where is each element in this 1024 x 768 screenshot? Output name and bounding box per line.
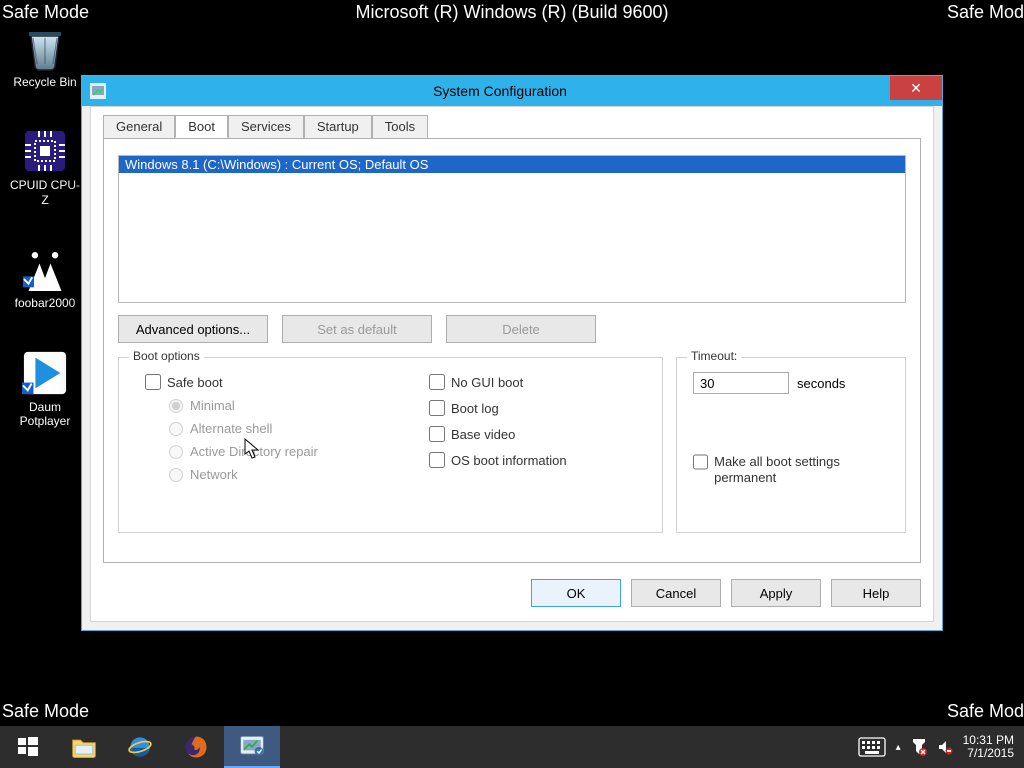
- wall-text-top-right: Safe Mode: [947, 2, 1024, 23]
- boot-tab-pane: Windows 8.1 (C:\Windows) : Current OS; D…: [103, 138, 921, 563]
- tab-startup[interactable]: Startup: [304, 115, 372, 138]
- taskbar-system-configuration[interactable]: [224, 726, 280, 768]
- ie-icon: [126, 733, 154, 761]
- set-default-button: Set as default: [282, 315, 432, 343]
- ok-button[interactable]: OK: [531, 579, 621, 607]
- firefox-icon: [182, 733, 210, 761]
- dialog-client: General Boot Services Startup Tools Wind…: [90, 106, 934, 622]
- desktop-icon-recycle-bin[interactable]: Recycle Bin: [10, 24, 80, 89]
- system-configuration-window: System Configuration ✕ General Boot Serv…: [81, 75, 943, 631]
- apply-button[interactable]: Apply: [731, 579, 821, 607]
- desktop-icon-label: CPUID CPU-Z: [10, 178, 80, 207]
- tab-services[interactable]: Services: [228, 115, 304, 138]
- window-title: System Configuration: [112, 83, 888, 99]
- boot-options-group: Boot options Safe boot Minimal Alter: [118, 357, 663, 533]
- close-icon: ✕: [910, 80, 922, 97]
- desktop-icon-cpuz[interactable]: CPUID CPU-Z: [10, 127, 80, 207]
- no-gui-boot-checkbox[interactable]: No GUI boot: [429, 374, 567, 390]
- timeout-group: Timeout: seconds Make all boot settings …: [676, 357, 906, 533]
- desktop-icon-label: Daum Potplayer: [10, 400, 80, 429]
- timeout-legend: Timeout:: [687, 349, 741, 363]
- taskbar-file-explorer[interactable]: [56, 726, 112, 768]
- safe-boot-checkbox[interactable]: Safe boot: [145, 374, 318, 390]
- base-video-checkbox[interactable]: Base video: [429, 426, 567, 442]
- clock-date: 7/1/2015: [963, 747, 1014, 760]
- radio-ad-repair: Active Directory repair: [169, 444, 318, 459]
- advanced-options-button[interactable]: Advanced options...: [118, 315, 268, 343]
- check-label: Base video: [451, 427, 515, 442]
- wall-text-top-center: Microsoft (R) Windows (R) (Build 9600): [355, 2, 668, 23]
- safe-boot-label: Safe boot: [167, 375, 223, 390]
- cancel-button[interactable]: Cancel: [631, 579, 721, 607]
- action-center-icon[interactable]: [911, 738, 927, 756]
- timeout-unit: seconds: [797, 376, 845, 391]
- potplayer-icon: [21, 349, 69, 397]
- wall-text-bottom-left: Safe Mode: [2, 701, 89, 722]
- timeout-input[interactable]: [693, 372, 789, 394]
- radio-alternate-shell: Alternate shell: [169, 421, 318, 436]
- titlebar[interactable]: System Configuration ✕: [82, 76, 942, 106]
- app-icon: [90, 83, 106, 99]
- recycle-bin-icon: [21, 24, 69, 72]
- folder-icon: [70, 733, 98, 761]
- radio-network: Network: [169, 467, 318, 482]
- radio-label: Minimal: [190, 398, 235, 413]
- os-boot-info-checkbox[interactable]: OS boot information: [429, 452, 567, 468]
- desktop-icon-foobar[interactable]: foobar2000: [10, 245, 80, 310]
- system-tray: ▴ 10:31 PM 7/1/2015: [848, 726, 1024, 768]
- desktop-icon-label: foobar2000: [15, 296, 76, 310]
- os-list[interactable]: Windows 8.1 (C:\Windows) : Current OS; D…: [118, 155, 906, 303]
- wall-text-top-left: Safe Mode: [2, 2, 89, 23]
- make-permanent-checkbox[interactable]: Make all boot settings permanent: [693, 454, 895, 487]
- tab-tools[interactable]: Tools: [372, 115, 428, 138]
- tray-chevron-icon[interactable]: ▴: [896, 742, 901, 753]
- tabstrip: General Boot Services Startup Tools: [103, 115, 428, 138]
- boot-log-checkbox[interactable]: Boot log: [429, 400, 567, 416]
- taskbar-firefox[interactable]: [168, 726, 224, 768]
- tab-general[interactable]: General: [103, 115, 175, 138]
- radio-label: Alternate shell: [190, 421, 272, 436]
- dialog-button-row: OK Cancel Apply Help: [531, 579, 921, 607]
- help-button[interactable]: Help: [831, 579, 921, 607]
- close-button[interactable]: ✕: [890, 76, 942, 100]
- taskbar-internet-explorer[interactable]: [112, 726, 168, 768]
- desktop-icon-label: Recycle Bin: [13, 75, 76, 89]
- desktop-icons: Recycle Bin CPUID CPU-Z foobar2000 Daum …: [10, 24, 80, 466]
- taskbar: ▴ 10:31 PM 7/1/2015: [0, 726, 1024, 768]
- onscreen-keyboard-icon[interactable]: [858, 737, 886, 757]
- foobar-icon: [21, 245, 69, 293]
- check-label: OS boot information: [451, 453, 567, 468]
- radio-minimal: Minimal: [169, 398, 318, 413]
- radio-label: Active Directory repair: [190, 444, 318, 459]
- taskbar-clock[interactable]: 10:31 PM 7/1/2015: [963, 734, 1014, 760]
- check-label: No GUI boot: [451, 375, 523, 390]
- os-list-item[interactable]: Windows 8.1 (C:\Windows) : Current OS; D…: [119, 156, 905, 173]
- windows-logo-icon: [16, 735, 40, 759]
- boot-button-row: Advanced options... Set as default Delet…: [118, 315, 596, 343]
- boot-options-legend: Boot options: [129, 349, 204, 363]
- delete-button: Delete: [446, 315, 596, 343]
- tab-boot[interactable]: Boot: [175, 115, 228, 138]
- volume-icon[interactable]: [937, 739, 953, 755]
- msconfig-icon: [237, 732, 267, 760]
- cpu-icon: [21, 127, 69, 175]
- check-label: Boot log: [451, 401, 499, 416]
- wall-text-bottom-right: Safe Mode: [947, 701, 1024, 722]
- desktop-icon-potplayer[interactable]: Daum Potplayer: [10, 349, 80, 429]
- radio-label: Network: [190, 467, 238, 482]
- start-button[interactable]: [0, 726, 56, 768]
- make-permanent-label: Make all boot settings permanent: [714, 454, 895, 487]
